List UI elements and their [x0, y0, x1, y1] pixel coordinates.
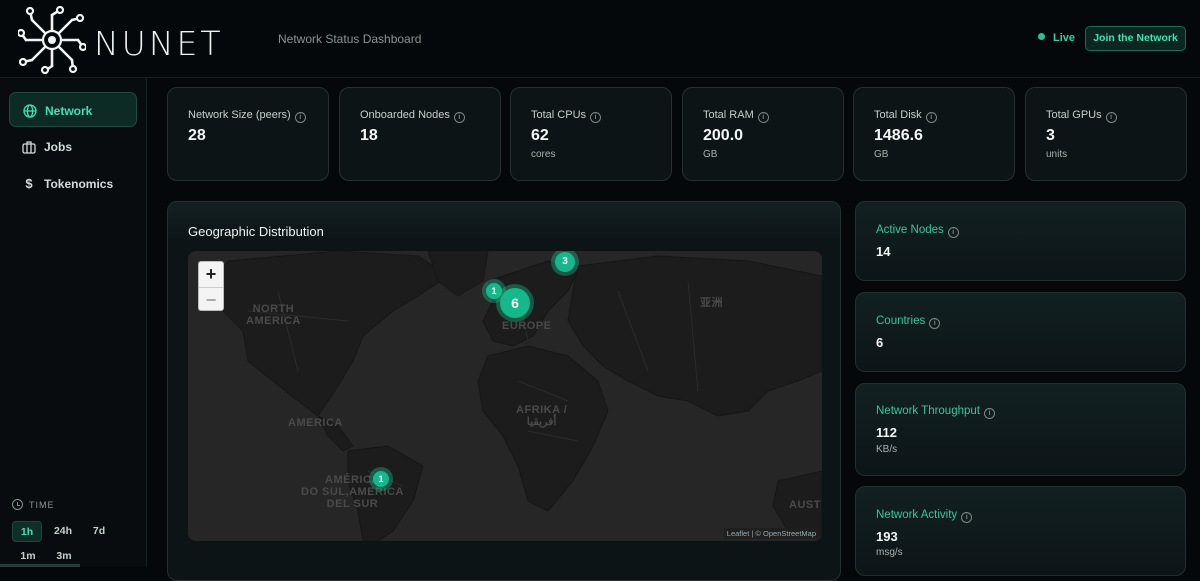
metric-label: Active Nodes i — [876, 224, 959, 238]
info-icon[interactable]: i — [590, 112, 602, 123]
page-subtitle: Network Status Dashboard — [278, 32, 422, 46]
time-option-7d[interactable]: 7d — [84, 521, 114, 542]
stat-card-total-cpus: Total CPUs i 62 cores — [510, 87, 672, 181]
stat-label: Network Size (peers) i — [188, 109, 306, 123]
sidebar: Network Jobs $ Tokenomics TIME 1h 24h 7d… — [0, 78, 147, 567]
geographic-distribution-panel: Geographic Distribution NORTH AMERICA AM… — [167, 201, 841, 581]
stat-value: 62 — [531, 127, 549, 144]
metric-card-network-throughput: Network Throughput i 112 KB/s — [855, 383, 1186, 476]
map-zoom-control: + − — [198, 261, 224, 311]
stat-label: Total Disk i — [874, 109, 937, 123]
metric-label: Network Activity i — [876, 509, 973, 523]
metric-label: Countries i — [876, 315, 941, 329]
clock-icon — [12, 499, 23, 510]
map-title: Geographic Distribution — [188, 224, 324, 239]
info-icon[interactable]: i — [757, 112, 769, 123]
cluster-count: 6 — [500, 288, 530, 318]
sidebar-item-label: Network — [45, 104, 93, 118]
time-option-1h[interactable]: 1h — [12, 521, 42, 542]
cluster-count: 1 — [373, 471, 389, 487]
stat-label: Total RAM i — [703, 109, 769, 123]
map-label-australia: AUST — [789, 499, 821, 511]
info-icon[interactable]: i — [983, 408, 995, 419]
stat-card-network-size: Network Size (peers) i 28 — [167, 87, 329, 181]
stat-unit: cores — [531, 149, 556, 160]
brand-wordmark[interactable]: NUNET — [94, 24, 224, 63]
cluster-count: 3 — [555, 252, 575, 272]
metric-value: 112 — [876, 425, 897, 440]
sidebar-item-tokenomics[interactable]: $ Tokenomics — [9, 166, 137, 201]
map-label-america: AMERICA — [288, 417, 343, 429]
time-option-24h[interactable]: 24h — [48, 521, 78, 542]
info-icon[interactable]: i — [1105, 112, 1117, 123]
stat-value: 200.0 — [703, 127, 744, 144]
stat-value: 3 — [1046, 127, 1055, 144]
sidebar-item-label: Tokenomics — [44, 177, 114, 191]
world-map[interactable]: NORTH AMERICA AMERICA AMÉRICA DO SUL,AME… — [188, 251, 822, 541]
map-attribution[interactable]: Leaflet | © OpenStreetMap — [723, 528, 819, 539]
metric-label: Network Throughput i — [876, 405, 995, 419]
live-status-indicator: Live — [1038, 32, 1075, 44]
live-label: Live — [1053, 32, 1076, 44]
metric-card-active-nodes: Active Nodes i 14 — [855, 201, 1186, 281]
stat-unit: units — [1046, 149, 1068, 160]
info-icon[interactable]: i — [961, 512, 973, 523]
metric-unit: KB/s — [876, 444, 898, 455]
map-label-asia: 亚洲 — [700, 297, 723, 309]
info-icon[interactable]: i — [929, 318, 941, 329]
metric-card-network-activity: Network Activity i 193 msg/s — [855, 486, 1186, 576]
stat-label: Total GPUs i — [1046, 109, 1117, 123]
info-icon[interactable]: i — [294, 112, 306, 123]
sidebar-item-network[interactable]: Network — [9, 92, 137, 127]
stat-card-total-disk: Total Disk i 1486.6 GB — [853, 87, 1015, 181]
info-icon[interactable]: i — [925, 112, 937, 123]
map-label-north-america: NORTH AMERICA — [246, 303, 301, 327]
zoom-in-button[interactable]: + — [199, 262, 223, 286]
metric-value: 14 — [876, 244, 891, 259]
globe-icon — [22, 103, 38, 119]
info-icon[interactable]: i — [453, 112, 465, 123]
metric-value: 6 — [876, 335, 884, 350]
briefcase-icon — [21, 139, 37, 155]
map-label-africa: AFRIKA / أفريقيا — [516, 404, 568, 428]
metric-value: 193 — [876, 529, 898, 544]
time-range-label: TIME — [12, 499, 55, 510]
stat-label: Total CPUs i — [531, 109, 602, 123]
stat-unit: GB — [874, 149, 889, 160]
live-dot-icon — [1038, 33, 1045, 40]
cluster-brazil[interactable]: 1 — [369, 467, 393, 491]
map-label-europe: EUROPE — [502, 320, 552, 332]
stat-card-total-gpus: Total GPUs i 3 units — [1025, 87, 1187, 181]
stat-value: 28 — [188, 127, 206, 144]
metric-card-countries: Countries i 6 — [855, 292, 1186, 372]
sidebar-item-label: Jobs — [44, 140, 73, 154]
info-icon[interactable]: i — [947, 227, 959, 238]
stat-value: 1486.6 — [874, 127, 923, 144]
stat-value: 18 — [360, 127, 378, 144]
stat-card-onboarded-nodes: Onboarded Nodes i 18 — [339, 87, 501, 181]
stat-unit: GB — [703, 149, 718, 160]
top-header: NUNET Network Status Dashboard Live Join… — [0, 0, 1200, 78]
nunet-logo-icon[interactable] — [18, 6, 86, 74]
dollar-icon: $ — [25, 176, 33, 191]
sidebar-item-jobs[interactable]: Jobs — [9, 129, 137, 164]
stat-card-total-ram: Total RAM i 200.0 GB — [682, 87, 844, 181]
metric-unit: msg/s — [876, 547, 903, 558]
cluster-central-europe[interactable]: 6 — [496, 284, 534, 322]
zoom-out-button[interactable]: − — [199, 287, 223, 311]
join-network-button[interactable]: Join the Network — [1085, 26, 1186, 51]
stat-label: Onboarded Nodes i — [360, 109, 465, 123]
